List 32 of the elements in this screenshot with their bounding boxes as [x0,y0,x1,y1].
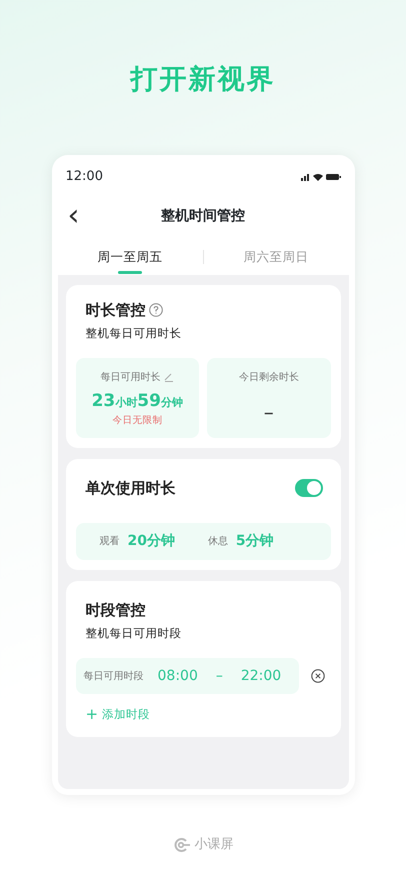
logo-icon [172,836,190,853]
card-title: 时段管控 [84,600,146,622]
headline: 打开新视界 [128,63,276,97]
tab-indicator [118,271,142,274]
status-icons-drawing [300,172,340,182]
add-icon: + [86,703,98,726]
status-time: 12:00 [66,168,103,186]
page-title: 整机时间管控 [161,206,245,226]
help-icon[interactable] [148,303,162,318]
remaining-value: – [262,398,275,426]
card-title: 单次使用时长 [84,478,176,499]
panel-label: 今日剩余时长 [238,370,300,385]
time-separator: – [216,666,223,686]
item-label: 观看 [100,534,120,550]
period-label: 每日可用时段 [84,670,144,684]
card-subtitle: 整机每日可用时段 [84,624,182,642]
item-value: 20分钟 [128,532,175,552]
card-title: 时长管控 [84,300,146,321]
time-value: 08:00 [158,666,198,686]
panel-label: 每日可用时长 [100,370,160,385]
card-subtitle: 整机每日可用时长 [84,324,182,342]
time-value: 22:00 [240,666,282,686]
tab[interactable]: 周一至周五 [58,242,202,272]
item-value: 5分钟 [236,532,274,552]
daily-limit-value: 23小时59分钟 [90,390,184,413]
brand-name: 小课屏 [194,836,234,854]
edit-icon[interactable] [164,372,174,382]
remove-icon[interactable] [310,669,324,683]
back-button[interactable]: ‹ [58,201,90,231]
toggle-switch[interactable] [294,479,322,497]
item-label: 休息 [208,534,228,550]
limit-note: 今日无限制 [111,414,164,428]
